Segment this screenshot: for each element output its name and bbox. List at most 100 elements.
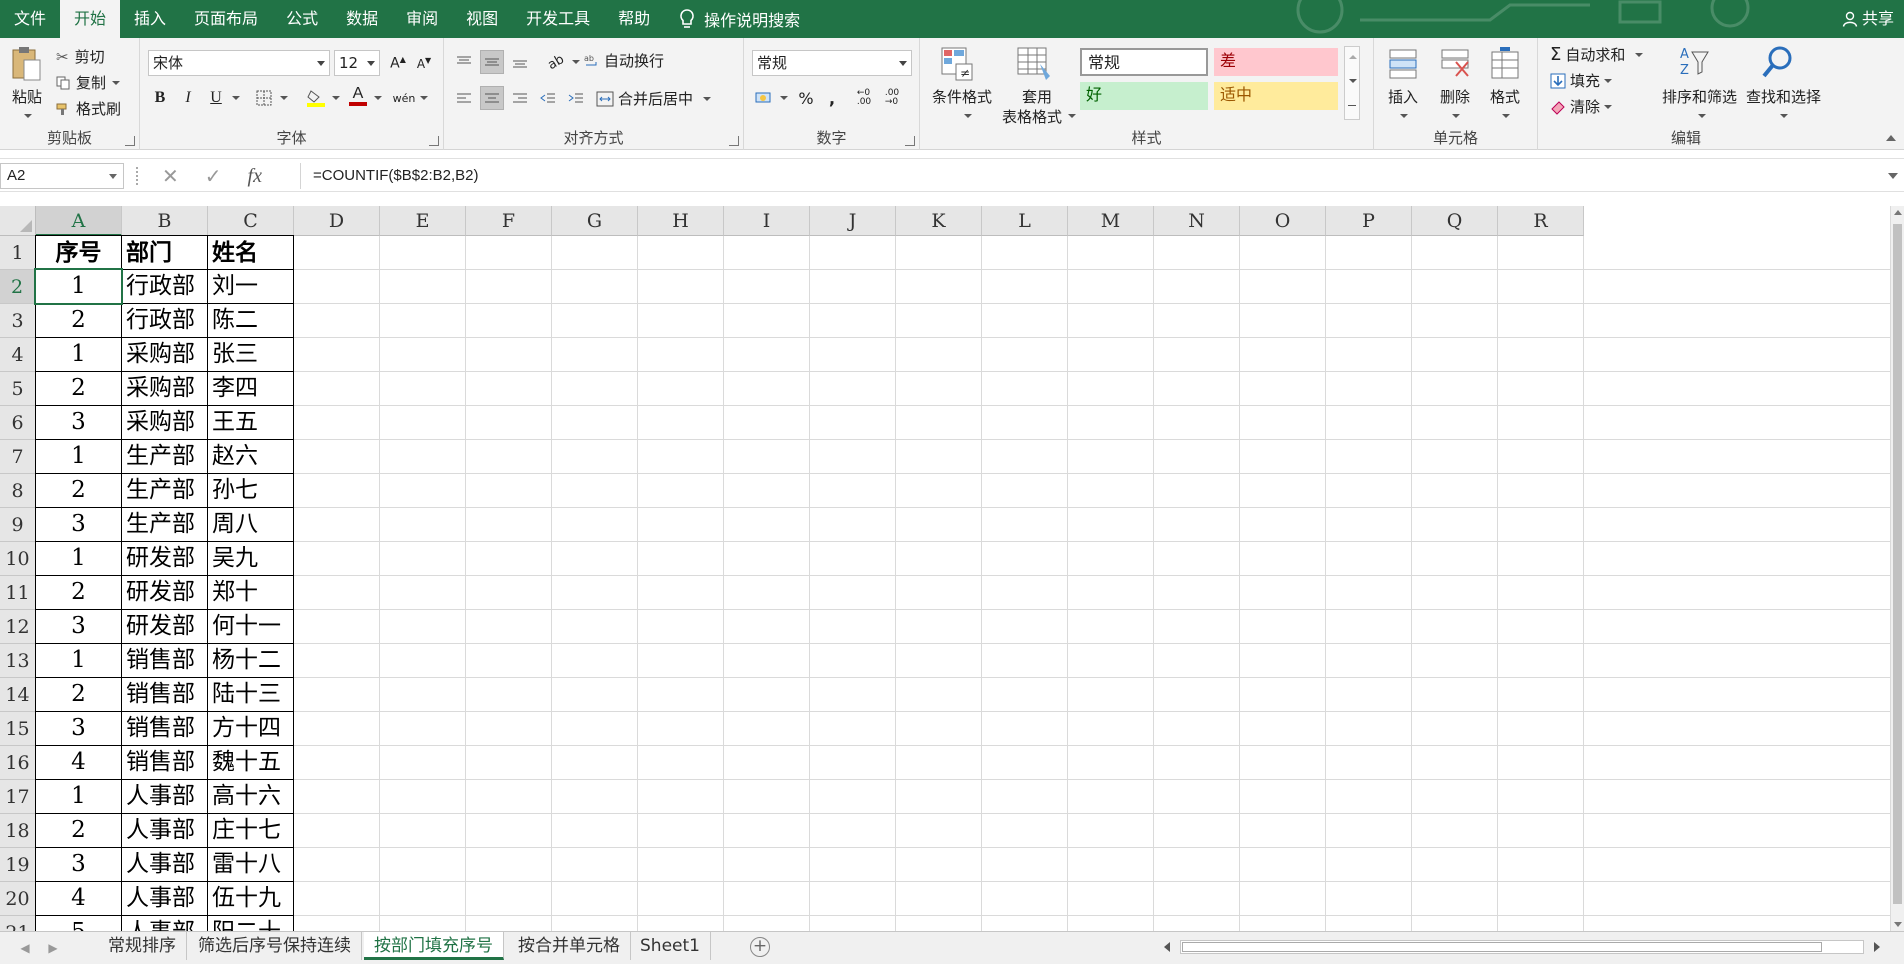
- table-cell[interactable]: 人事部: [121, 779, 208, 814]
- table-cell[interactable]: 王五: [207, 405, 294, 440]
- number-launcher-icon[interactable]: [905, 136, 915, 146]
- style-bad[interactable]: 差: [1214, 48, 1338, 76]
- font-color-button[interactable]: A: [346, 84, 370, 108]
- column-header[interactable]: P: [1326, 206, 1412, 236]
- table-cell[interactable]: 张三: [207, 337, 294, 372]
- table-cell[interactable]: 伍十九: [207, 881, 294, 916]
- prev-sheet-icon[interactable]: ◀: [18, 940, 32, 956]
- percent-button[interactable]: %: [794, 86, 818, 110]
- table-cell[interactable]: 人事部: [121, 813, 208, 848]
- row-header[interactable]: 3: [0, 304, 36, 338]
- row-header[interactable]: 12: [0, 610, 36, 644]
- row-header[interactable]: 2: [0, 270, 36, 304]
- chevron-down-icon[interactable]: [1349, 79, 1357, 83]
- increase-decimal-button[interactable]: ←0.00: [852, 86, 876, 110]
- decrease-font-button[interactable]: A▼: [412, 51, 436, 75]
- chevron-down-icon[interactable]: [109, 174, 117, 179]
- decrease-indent-button[interactable]: [536, 86, 560, 110]
- column-header[interactable]: L: [982, 206, 1068, 236]
- column-header[interactable]: G: [552, 206, 638, 236]
- table-cell[interactable]: 姓名: [207, 235, 294, 270]
- table-cell[interactable]: 行政部: [121, 269, 208, 304]
- bold-button[interactable]: B: [148, 86, 172, 110]
- wrap-text-button[interactable]: ab 自动换行: [584, 50, 664, 71]
- table-cell[interactable]: 阳二十: [207, 915, 294, 931]
- table-cell[interactable]: 李四: [207, 371, 294, 406]
- scroll-down-icon[interactable]: [1894, 922, 1902, 927]
- table-cell[interactable]: 生产部: [121, 473, 208, 508]
- column-header[interactable]: M: [1068, 206, 1154, 236]
- vertical-scrollbar[interactable]: [1890, 206, 1904, 931]
- merge-center-button[interactable]: 合并后居中: [596, 88, 712, 109]
- row-header[interactable]: 18: [0, 814, 36, 848]
- table-cell[interactable]: 3: [35, 609, 122, 644]
- column-header[interactable]: H: [638, 206, 724, 236]
- decrease-decimal-button[interactable]: .00 →0: [880, 86, 904, 110]
- align-center-button[interactable]: [480, 86, 504, 110]
- find-select-button[interactable]: [1760, 44, 1796, 84]
- collapse-ribbon-icon[interactable]: [1886, 135, 1896, 141]
- clear-dropdown-icon[interactable]: [1604, 104, 1613, 109]
- row-header[interactable]: 13: [0, 644, 36, 678]
- menu-tab[interactable]: 视图: [452, 0, 512, 38]
- menu-tab[interactable]: 文件: [0, 0, 60, 38]
- format-cells-button[interactable]: [1488, 46, 1522, 86]
- fill-dropdown-icon[interactable]: [1604, 78, 1613, 83]
- table-cell[interactable]: 雷十八: [207, 847, 294, 882]
- conditional-dropdown-icon[interactable]: [964, 114, 972, 118]
- fill-color-button[interactable]: [304, 86, 328, 110]
- row-header[interactable]: 14: [0, 678, 36, 712]
- table-cell[interactable]: 生产部: [121, 439, 208, 474]
- table-cell[interactable]: 陈二: [207, 303, 294, 338]
- increase-font-button[interactable]: A▲: [386, 51, 410, 75]
- delete-cells-button[interactable]: [1438, 46, 1472, 86]
- row-header[interactable]: 15: [0, 712, 36, 746]
- paste-dropdown-icon[interactable]: [24, 114, 32, 118]
- column-header[interactable]: C: [208, 206, 294, 236]
- sort-filter-button[interactable]: AZ: [1676, 44, 1712, 84]
- underline-button[interactable]: U: [204, 86, 228, 110]
- row-header[interactable]: 4: [0, 338, 36, 372]
- table-cell[interactable]: 1: [35, 779, 122, 814]
- sheet-tab[interactable]: 按合并单元格: [508, 932, 631, 960]
- column-header[interactable]: J: [810, 206, 896, 236]
- table-cell[interactable]: 人事部: [121, 847, 208, 882]
- table-cell[interactable]: 销售部: [121, 745, 208, 780]
- row-header[interactable]: 10: [0, 542, 36, 576]
- table-cell[interactable]: 研发部: [121, 575, 208, 610]
- table-cell[interactable]: 庄十七: [207, 813, 294, 848]
- add-sheet-button[interactable]: +: [750, 937, 770, 957]
- autosum-button[interactable]: Σ 自动求和: [1550, 44, 1644, 65]
- style-neutral[interactable]: 适中: [1214, 82, 1338, 110]
- next-sheet-icon[interactable]: ▶: [46, 940, 60, 956]
- align-left-button[interactable]: [452, 86, 476, 110]
- cut-button[interactable]: ✂ 剪切: [56, 46, 105, 67]
- table-cell[interactable]: 何十一: [207, 609, 294, 644]
- row-header[interactable]: 5: [0, 372, 36, 406]
- table-cell[interactable]: 3: [35, 405, 122, 440]
- insert-cells-button[interactable]: [1386, 46, 1420, 86]
- increase-indent-button[interactable]: [564, 86, 588, 110]
- row-header[interactable]: 16: [0, 746, 36, 780]
- row-header[interactable]: 17: [0, 780, 36, 814]
- row-header[interactable]: 9: [0, 508, 36, 542]
- table-cell[interactable]: 1: [35, 337, 122, 372]
- table-cell[interactable]: 3: [35, 847, 122, 882]
- sort-filter-dropdown-icon[interactable]: [1698, 114, 1706, 118]
- table-cell[interactable]: 4: [35, 745, 122, 780]
- comma-button[interactable]: ,: [820, 86, 844, 110]
- menu-tab[interactable]: 插入: [120, 0, 180, 38]
- horizontal-scroll-thumb[interactable]: [1182, 942, 1822, 952]
- table-cell[interactable]: 3: [35, 711, 122, 746]
- table-cell[interactable]: 销售部: [121, 677, 208, 712]
- table-cell[interactable]: 人事部: [121, 881, 208, 916]
- fill-button[interactable]: 填充: [1550, 70, 1613, 91]
- row-header[interactable]: 6: [0, 406, 36, 440]
- table-cell[interactable]: 魏十五: [207, 745, 294, 780]
- table-cell[interactable]: 高十六: [207, 779, 294, 814]
- table-cell[interactable]: 采购部: [121, 371, 208, 406]
- format-painter-button[interactable]: 格式刷: [56, 98, 121, 119]
- table-cell[interactable]: 1: [35, 541, 122, 576]
- menu-tab[interactable]: 页面布局: [180, 0, 272, 38]
- table-cell[interactable]: 研发部: [121, 541, 208, 576]
